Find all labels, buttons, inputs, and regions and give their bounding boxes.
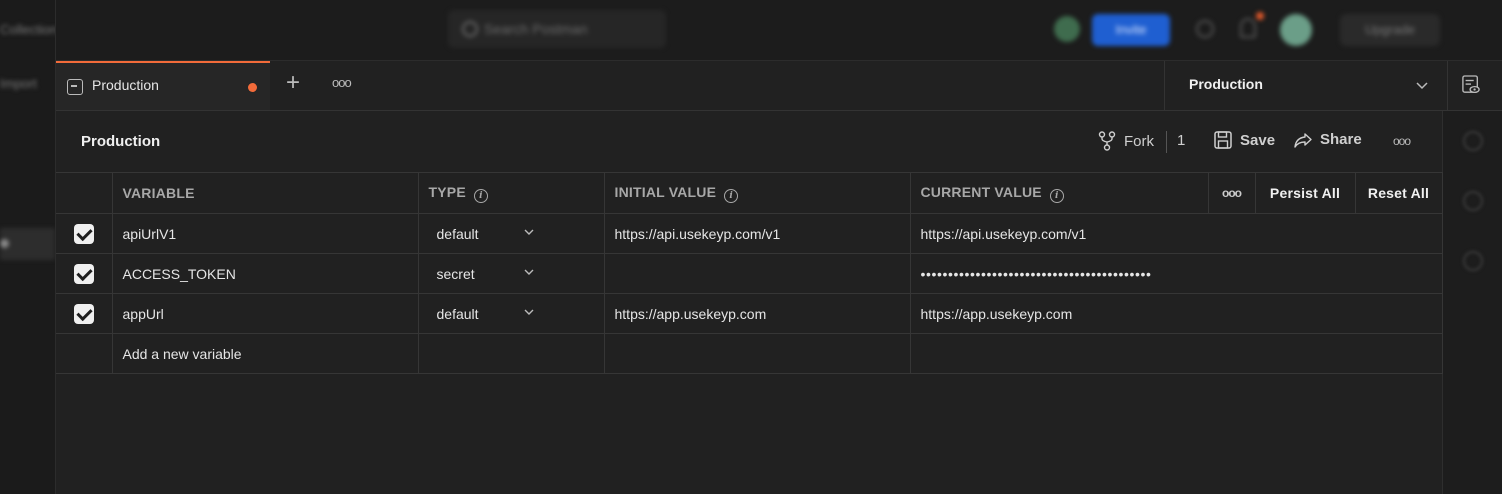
sidebar-item-import[interactable]: Import: [0, 76, 37, 91]
enabled-checkbox[interactable]: [74, 263, 94, 284]
type-value: secret: [436, 265, 475, 282]
row-checkbox-cell: [56, 213, 113, 254]
current-value-cell-masked[interactable]: ••••••••••••••••••••••••••••••••••••••••…: [909, 253, 1443, 294]
column-header-initial-value: INITIAL VALUE i: [603, 172, 911, 214]
current-value-cell[interactable]: https://api.usekeyp.com/v1: [909, 213, 1443, 254]
type-select[interactable]: default: [417, 213, 605, 254]
unsaved-changes-dot[interactable]: [248, 83, 257, 92]
save-label: Save: [1240, 131, 1276, 149]
table-header-row: VARIABLE TYPE i INITIAL VALUE i CURRENT VA…: [56, 172, 1443, 214]
save-icon: [1214, 131, 1232, 149]
tab-more-options-icon[interactable]: ooo: [332, 75, 352, 90]
notification-badge: [1256, 12, 1264, 20]
share-icon: [1294, 132, 1312, 148]
initial-value-cell[interactable]: https://api.usekeyp.com/v1: [603, 213, 911, 254]
variables-table: VARIABLE TYPE i INITIAL VALUE i CURRENT VA…: [56, 172, 1443, 374]
column-header-initial-value-label: INITIAL VALUE: [614, 183, 717, 200]
enabled-checkbox[interactable]: [74, 303, 94, 324]
share-label: Share: [1320, 131, 1362, 148]
chevron-down-icon: [1416, 82, 1428, 90]
chevron-down-icon: [524, 229, 533, 235]
dot-icon: [0, 239, 9, 248]
global-search-input[interactable]: Search Postman: [448, 10, 666, 48]
table-row: apiUrlV1 default https://api.usekeyp.com…: [56, 213, 1443, 254]
variable-cell[interactable]: appUrl: [111, 293, 419, 334]
user-avatar[interactable]: [1280, 14, 1312, 46]
environment-selector-label: Production: [1189, 76, 1263, 92]
share-button[interactable]: Share: [1294, 131, 1362, 148]
app-header: Search Postman Invite Upgrade: [0, 0, 1502, 61]
row-checkbox-cell: [56, 333, 113, 374]
environment-header: Production Fork 1 Save Share ooo: [56, 111, 1442, 171]
info-icon[interactable]: i: [724, 188, 739, 203]
type-cell-empty[interactable]: [417, 333, 605, 374]
enabled-checkbox[interactable]: [74, 223, 94, 244]
column-header-type: TYPE i: [417, 172, 605, 214]
reset-all-button[interactable]: Reset All: [1356, 174, 1442, 213]
variable-cell[interactable]: ACCESS_TOKEN: [111, 253, 419, 294]
column-header-actions: ooo Persist All Reset All: [1207, 172, 1443, 214]
environment-selector[interactable]: Production: [1164, 61, 1448, 110]
tab-production[interactable]: Production: [56, 61, 270, 110]
search-placeholder: Search Postman: [484, 21, 588, 37]
upgrade-button[interactable]: Upgrade: [1340, 14, 1440, 46]
current-value-cell[interactable]: https://app.usekeyp.com: [909, 293, 1443, 334]
column-options-icon[interactable]: ooo: [1209, 173, 1256, 213]
fork-button[interactable]: Fork: [1098, 131, 1154, 151]
chevron-down-icon: [524, 269, 533, 275]
chevron-down-icon: [524, 309, 533, 315]
environment-title[interactable]: Production: [81, 133, 160, 150]
environment-quick-look-icon[interactable]: [1462, 75, 1480, 95]
documentation-icon[interactable]: [1463, 191, 1483, 211]
right-sidebar: [1442, 111, 1502, 494]
row-checkbox-cell: [56, 253, 113, 294]
type-select[interactable]: secret: [417, 253, 605, 294]
notifications-icon[interactable]: [1240, 18, 1256, 38]
comments-icon[interactable]: [1463, 251, 1483, 271]
search-icon: [462, 21, 478, 37]
tab-strip: Production + ooo Production: [56, 61, 1502, 111]
persist-all-button[interactable]: Persist All: [1256, 173, 1356, 213]
left-sidebar: Collections Import: [0, 0, 56, 494]
sidebar-item-collections[interactable]: Collections: [0, 22, 55, 37]
add-variable-row: Add a new variable: [56, 333, 1443, 374]
column-header-current-value: CURRENT VALUE i: [909, 172, 1209, 214]
sidebar-item-selected[interactable]: [0, 228, 55, 260]
column-header-variable-label: VARIABLE: [122, 185, 195, 201]
fork-count[interactable]: 1: [1166, 131, 1185, 153]
type-select[interactable]: default: [417, 293, 605, 334]
initial-value-cell-empty[interactable]: [603, 333, 911, 374]
initial-value-cell[interactable]: https://app.usekeyp.com: [603, 293, 911, 334]
new-tab-plus-icon[interactable]: +: [286, 71, 300, 95]
info-icon[interactable]: [1463, 131, 1483, 151]
fork-icon: [1098, 131, 1116, 151]
initial-value-cell[interactable]: [603, 253, 911, 294]
tab-label: Production: [92, 77, 159, 93]
current-value-cell-empty[interactable]: [909, 333, 1443, 374]
row-checkbox-cell: [56, 293, 113, 334]
save-button[interactable]: Save: [1214, 131, 1275, 149]
table-row: ACCESS_TOKEN secret ••••••••••••••••••••…: [56, 253, 1443, 294]
environment-icon: [67, 79, 83, 95]
variable-cell[interactable]: apiUrlV1: [111, 213, 419, 254]
info-icon[interactable]: i: [473, 188, 488, 203]
info-icon[interactable]: i: [1049, 188, 1064, 203]
type-value: default: [436, 305, 479, 322]
column-header-variable: VARIABLE: [111, 172, 419, 214]
workspace-avatar[interactable]: [1054, 16, 1080, 42]
add-variable-input[interactable]: Add a new variable: [111, 333, 419, 374]
header-checkbox-cell: [56, 172, 113, 214]
column-header-current-value-label: CURRENT VALUE: [920, 183, 1042, 200]
fork-label: Fork: [1124, 132, 1154, 150]
type-value: default: [436, 225, 479, 242]
settings-icon[interactable]: [1196, 20, 1214, 38]
more-options-icon[interactable]: ooo: [1393, 134, 1411, 148]
column-header-type-label: TYPE: [428, 183, 466, 200]
invite-button[interactable]: Invite: [1092, 14, 1170, 46]
table-row: appUrl default https://app.usekeyp.com h…: [56, 293, 1443, 334]
